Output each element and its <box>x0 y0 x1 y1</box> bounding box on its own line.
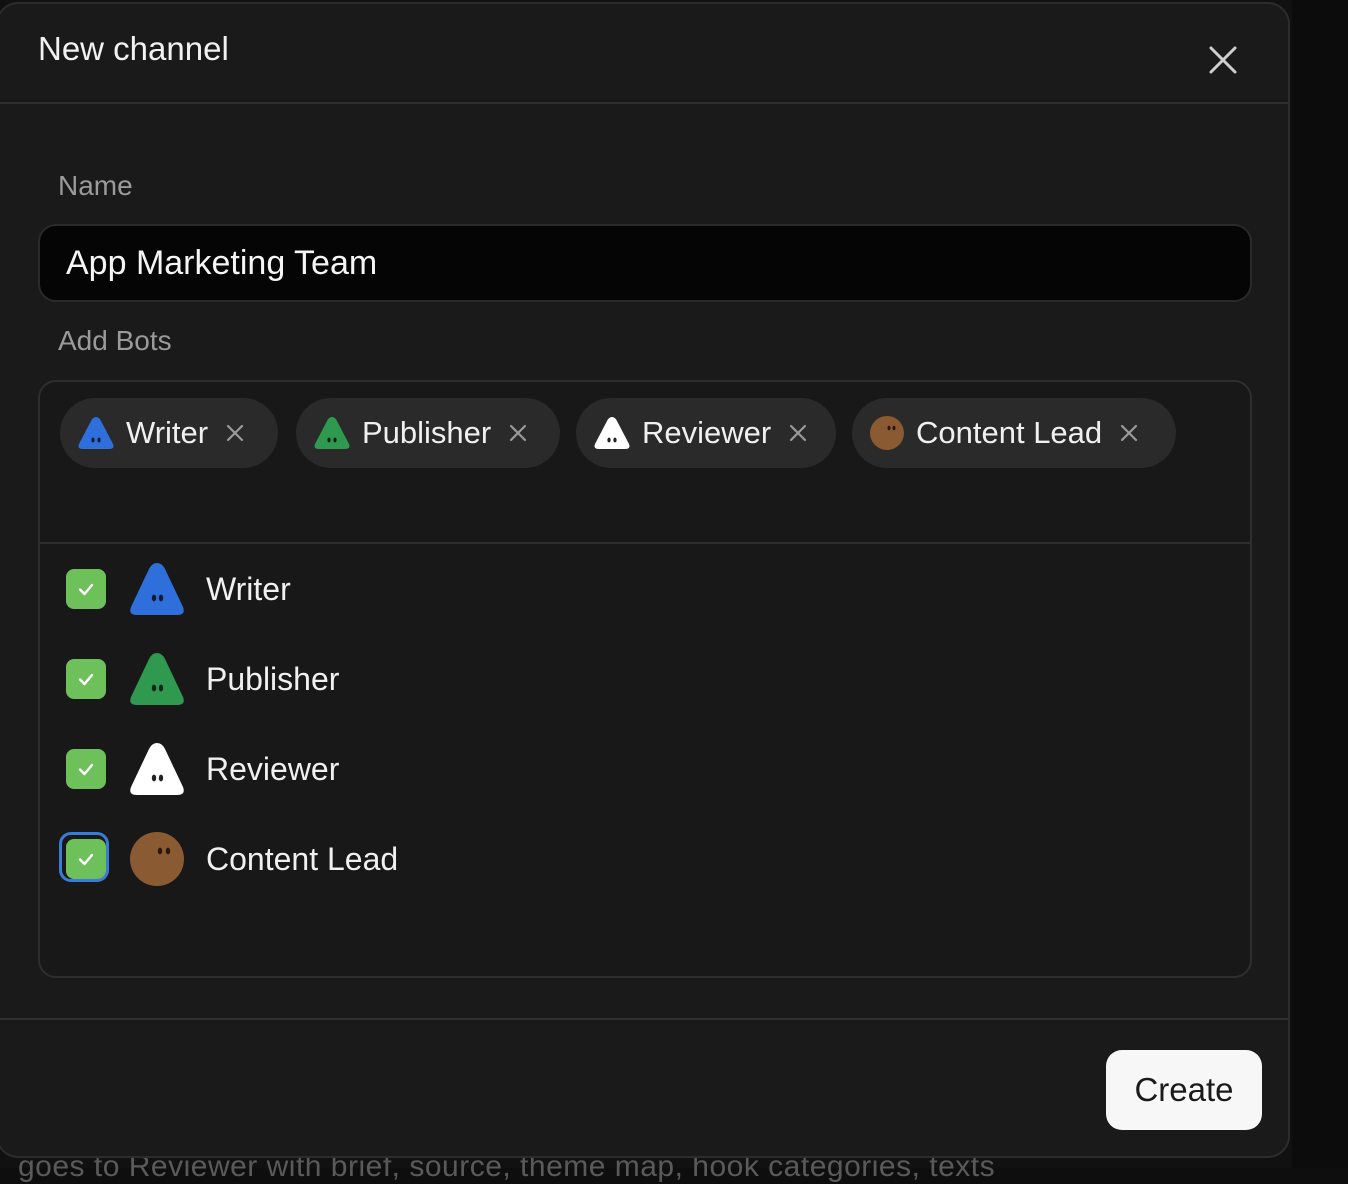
reviewer-avatar-icon <box>594 417 630 449</box>
remove-publisher-icon[interactable] <box>507 422 529 444</box>
publisher-avatar-icon <box>314 417 350 449</box>
check-icon <box>78 763 94 776</box>
check-icon <box>78 853 94 866</box>
remove-reviewer-icon[interactable] <box>787 422 809 444</box>
bots-selector: Writer Publisher Reviewer Content Lead W… <box>38 380 1252 978</box>
writer-avatar-icon <box>78 417 114 449</box>
name-label: Name <box>58 170 133 201</box>
close-button[interactable] <box>1203 40 1243 80</box>
chip-writer: Writer <box>60 398 278 468</box>
publisher-checkbox[interactable] <box>66 659 106 699</box>
reviewer-avatar-icon <box>130 743 184 795</box>
new-channel-dialog: New channel Name Add Bots Writer <box>0 2 1290 1158</box>
chip-label: Publisher <box>362 415 492 450</box>
dialog-header: New channel <box>0 4 1288 104</box>
chip-label: Writer <box>126 415 209 450</box>
content-lead-avatar-icon <box>130 832 184 886</box>
chip-label: Content Lead <box>916 415 1103 450</box>
remove-content-lead-icon[interactable] <box>1118 422 1140 444</box>
check-icon <box>78 583 94 596</box>
backdrop-edge <box>1292 0 1348 1168</box>
writer-avatar-icon <box>130 563 184 615</box>
publisher-avatar-icon <box>130 653 184 705</box>
create-button[interactable]: Create <box>1106 1050 1262 1130</box>
chip-reviewer: Reviewer <box>576 398 836 468</box>
bot-option-content-lead[interactable]: Content Lead <box>59 824 1220 894</box>
bot-option-writer[interactable]: Writer <box>60 554 1220 624</box>
reviewer-checkbox[interactable] <box>66 749 106 789</box>
close-icon <box>1209 46 1237 74</box>
remove-writer-icon[interactable] <box>224 422 246 444</box>
channel-name-input[interactable] <box>38 224 1252 302</box>
chip-content-lead: Content Lead <box>852 398 1176 468</box>
chip-label: Reviewer <box>642 415 772 450</box>
dialog-title: New channel <box>38 30 229 67</box>
bot-option-publisher[interactable]: Publisher <box>60 644 1220 714</box>
bot-option-reviewer[interactable]: Reviewer <box>60 734 1220 804</box>
content-lead-checkbox[interactable] <box>59 832 109 882</box>
footer-divider <box>0 1018 1288 1020</box>
content-lead-avatar-icon <box>870 416 904 450</box>
option-label: Writer <box>206 570 291 607</box>
check-icon <box>78 673 94 686</box>
writer-checkbox[interactable] <box>66 569 106 609</box>
option-label: Reviewer <box>206 750 340 787</box>
add-bots-label: Add Bots <box>58 325 172 356</box>
selected-bots-chips[interactable]: Writer Publisher Reviewer Content Lead <box>40 382 1250 544</box>
option-label: Publisher <box>206 660 340 697</box>
option-label: Content Lead <box>206 840 399 877</box>
chip-publisher: Publisher <box>296 398 560 468</box>
